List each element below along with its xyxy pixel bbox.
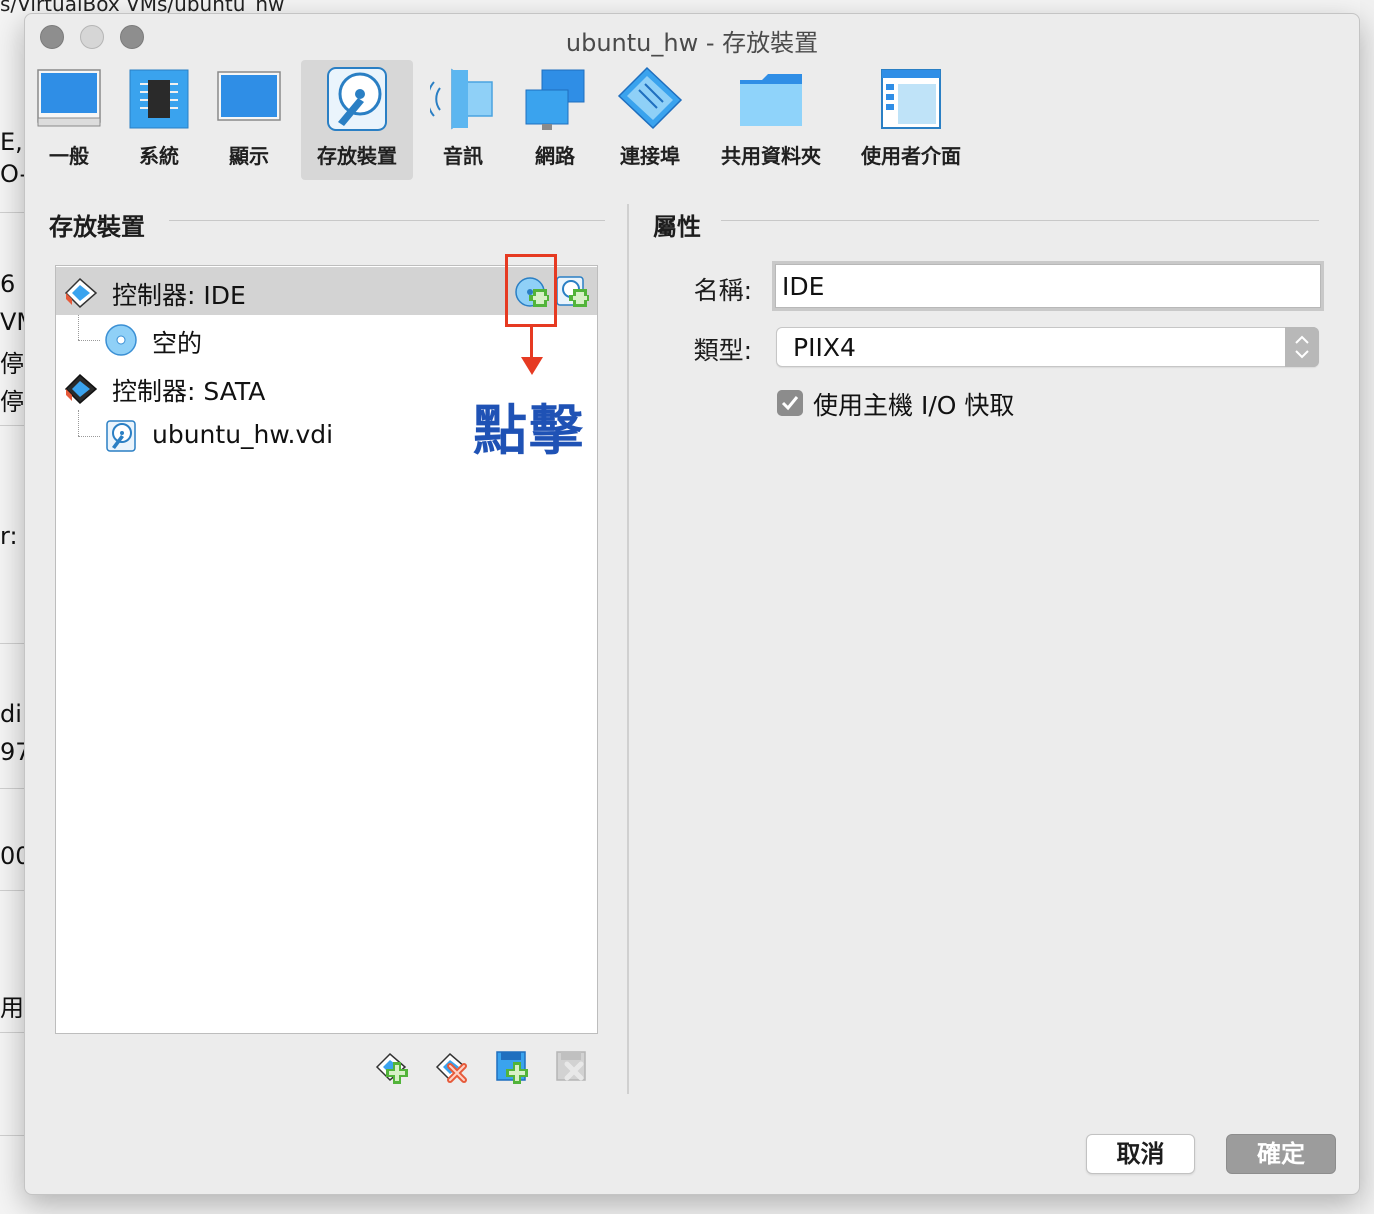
annotation-arrow bbox=[530, 327, 533, 361]
storage-bottom-toolbar bbox=[375, 1050, 595, 1086]
tab-shared-folders-label: 共用資料夾 bbox=[721, 144, 821, 168]
tree-item-label: 控制器: SATA bbox=[112, 377, 266, 406]
optical-disc-icon bbox=[105, 324, 137, 356]
display-monitor-icon bbox=[217, 71, 281, 121]
host-io-cache-checkbox[interactable] bbox=[777, 390, 803, 416]
background-fragment: 用 bbox=[0, 994, 24, 1022]
annotation-highlight-box bbox=[505, 254, 557, 327]
name-input[interactable] bbox=[775, 264, 1321, 308]
background-fragment: di bbox=[0, 700, 22, 728]
storage-settings-dialog: ubuntu_hw - 存放裝置 一般 系統 顯示 存放裝置 音訊 網路 連接埠… bbox=[24, 13, 1360, 1195]
type-label: 類型: bbox=[693, 336, 752, 365]
ok-button[interactable]: 確定 bbox=[1226, 1134, 1336, 1174]
storage-tree[interactable]: 控制器: IDE 空的 控制器: SATA ubuntu_hw.vdi bbox=[55, 265, 598, 1034]
background-fragment: 6 bbox=[0, 270, 16, 298]
host-io-cache-label: 使用主機 I/O 快取 bbox=[813, 391, 1015, 420]
background-fragment: 停用 bbox=[0, 350, 26, 378]
storage-section-rule bbox=[169, 220, 605, 221]
tab-storage-label: 存放裝置 bbox=[317, 144, 397, 168]
settings-toolbar: 一般 系統 顯示 存放裝置 音訊 網路 連接埠 共用資料夾 使用者介面 bbox=[25, 60, 1359, 182]
ide-controller-icon bbox=[64, 277, 98, 309]
background-fragment: O-T bbox=[0, 160, 26, 188]
sata-controller-icon bbox=[64, 373, 98, 405]
background-fragment: 00 bbox=[0, 842, 26, 870]
network-icon bbox=[525, 69, 585, 130]
tree-item-label: ubuntu_hw.vdi bbox=[152, 420, 334, 449]
tab-ports-label: 連接埠 bbox=[620, 144, 680, 168]
tab-user-interface[interactable]: 使用者介面 bbox=[851, 60, 971, 180]
remove-controller-icon[interactable] bbox=[435, 1050, 469, 1084]
background-fragment: r: bbox=[0, 522, 18, 550]
tab-general[interactable]: 一般 bbox=[33, 60, 105, 180]
type-select-value: PIIX4 bbox=[793, 333, 856, 362]
general-icon bbox=[37, 69, 101, 127]
background-fragment: E, 硬 bbox=[0, 128, 26, 156]
tab-storage[interactable]: 存放裝置 bbox=[301, 60, 413, 180]
shared-folder-icon bbox=[740, 74, 802, 126]
add-controller-icon[interactable] bbox=[375, 1050, 409, 1084]
name-label: 名稱: bbox=[693, 276, 752, 305]
background-fragment: VM bbox=[0, 308, 26, 336]
tree-item-label: 控制器: IDE bbox=[112, 281, 246, 310]
storage-section-title: 存放裝置 bbox=[49, 213, 145, 241]
background-edge bbox=[1360, 0, 1374, 1214]
tab-network[interactable]: 網路 bbox=[517, 60, 593, 180]
background-fragment: 97 bbox=[0, 738, 26, 766]
tab-audio[interactable]: 音訊 bbox=[425, 60, 501, 180]
tab-audio-label: 音訊 bbox=[443, 144, 483, 168]
window-title: ubuntu_hw - 存放裝置 bbox=[565, 29, 819, 57]
attributes-section-title: 屬性 bbox=[653, 213, 701, 241]
user-interface-icon bbox=[881, 69, 941, 129]
tab-system[interactable]: 系統 bbox=[123, 60, 195, 180]
audio-speaker-icon bbox=[430, 68, 493, 130]
tab-ports[interactable]: 連接埠 bbox=[609, 60, 691, 180]
system-chip-icon bbox=[129, 69, 189, 129]
add-hard-disk-icon[interactable] bbox=[555, 275, 589, 309]
tree-item-label: 空的 bbox=[152, 329, 203, 358]
annotation-arrow-head bbox=[521, 357, 543, 375]
tab-display-label: 顯示 bbox=[229, 144, 269, 168]
tab-system-label: 系統 bbox=[139, 144, 179, 168]
storage-disk-icon bbox=[327, 67, 387, 131]
tab-user-interface-label: 使用者介面 bbox=[861, 144, 961, 168]
tab-network-label: 網路 bbox=[535, 144, 575, 168]
remove-attachment-icon bbox=[556, 1051, 586, 1081]
tab-general-label: 一般 bbox=[49, 144, 89, 168]
serial-port-icon bbox=[617, 66, 683, 130]
chevron-up-down-icon bbox=[1285, 327, 1319, 367]
add-attachment-icon[interactable] bbox=[495, 1050, 529, 1084]
type-select[interactable]: PIIX4 bbox=[776, 327, 1319, 367]
background-fragment: 停用 bbox=[0, 388, 26, 416]
attributes-section-rule bbox=[721, 220, 1319, 221]
cancel-button[interactable]: 取消 bbox=[1086, 1134, 1195, 1174]
tab-shared-folders[interactable]: 共用資料夾 bbox=[711, 60, 831, 180]
tab-display[interactable]: 顯示 bbox=[213, 60, 285, 180]
hard-disk-icon bbox=[106, 420, 136, 452]
title-bar: ubuntu_hw - 存放裝置 bbox=[25, 14, 1359, 60]
annotation-click-text: 點擊 bbox=[473, 399, 585, 462]
